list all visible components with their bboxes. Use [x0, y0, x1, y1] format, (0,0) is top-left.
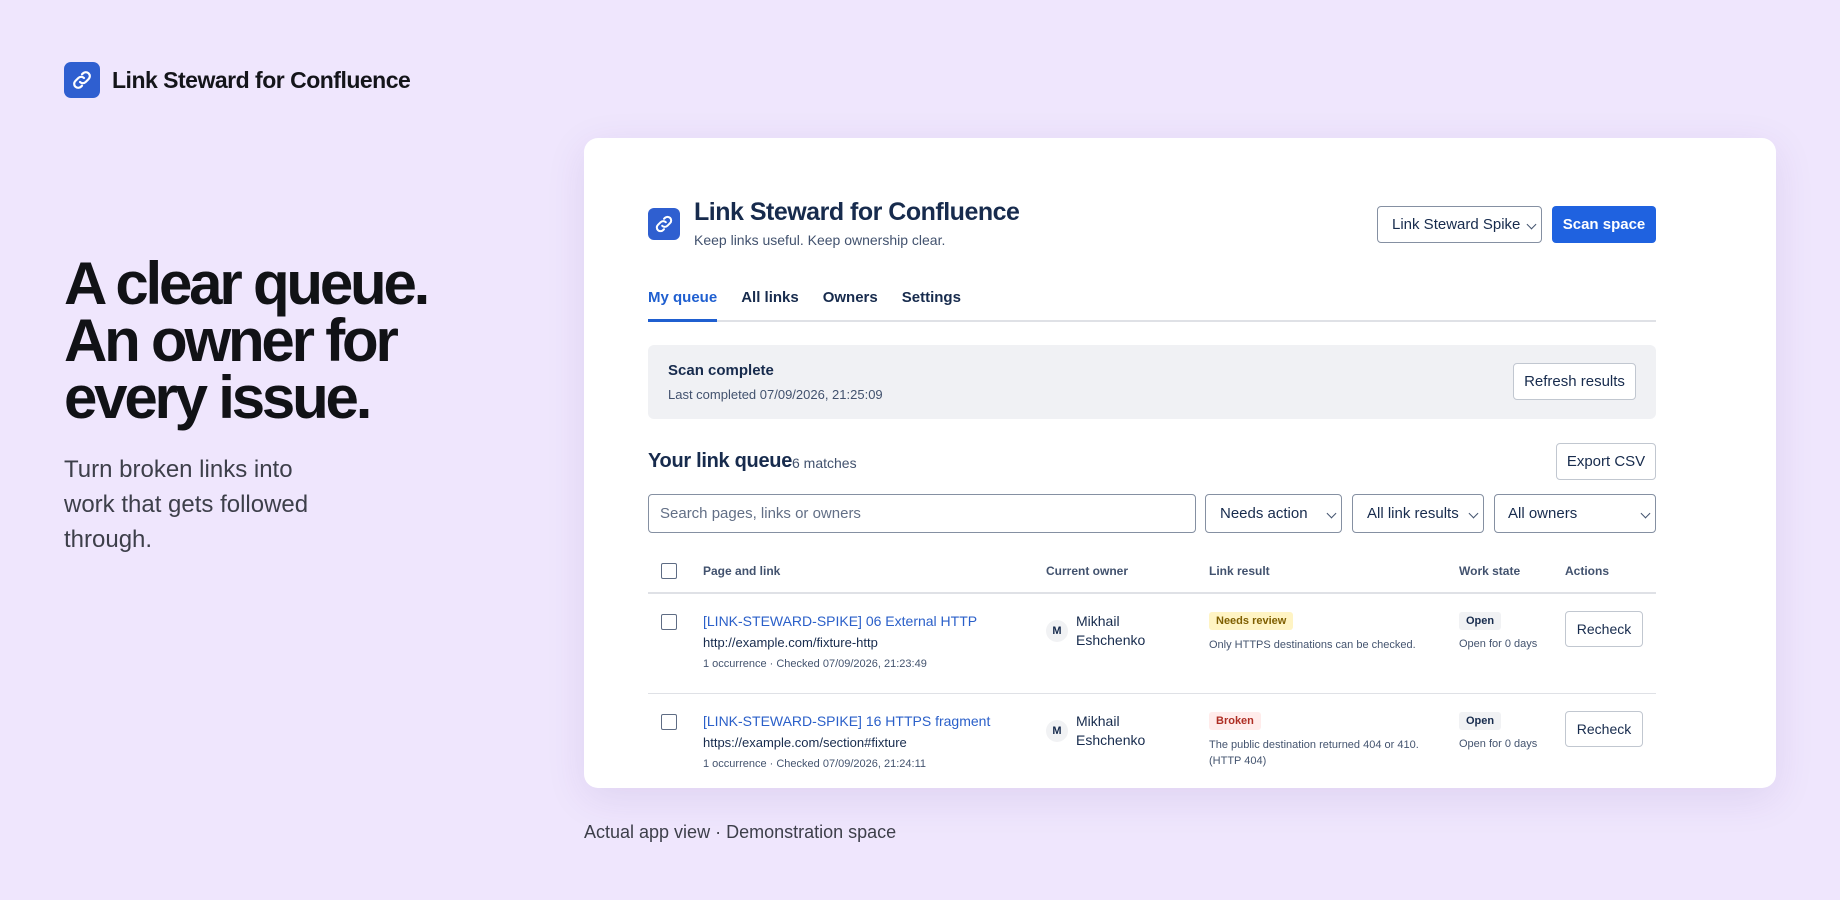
tab-bar: My queue All links Owners Settings [648, 288, 1656, 322]
status-badge: Open [1459, 612, 1502, 630]
recheck-button[interactable]: Recheck [1565, 611, 1643, 647]
row-checkbox[interactable] [661, 614, 677, 630]
hero-title-line: A clear queue. [64, 250, 430, 317]
link-url: http://example.com/fixture-http [703, 635, 878, 650]
result-note: The public destination returned 404 or 4… [1209, 739, 1419, 767]
work-state-filter[interactable]: Needs action [1205, 494, 1342, 533]
caption: Actual app view · Demonstration space [584, 822, 897, 842]
owner-filter[interactable]: All owners [1494, 494, 1656, 533]
hero-title-line: An owner for [64, 307, 399, 374]
chevron-down-icon [1526, 219, 1537, 229]
column-header-actions: Actions [1565, 564, 1610, 578]
tab-my-queue[interactable]: My queue [648, 288, 718, 322]
export-csv-button[interactable]: Export CSV [1556, 443, 1656, 480]
hero-subtitle: Turn broken links into work that gets fo… [64, 456, 309, 553]
page-link[interactable]: [LINK-STEWARD-SPIKE] 06 External HTTP [703, 613, 977, 629]
link-meta: 1 occurrence · Checked 07/09/2026, 21:23… [703, 658, 927, 670]
avatar: M [1046, 620, 1068, 642]
hero-title: A clear queue. An owner for every issue. [64, 250, 484, 431]
table-row: [LINK-STEWARD-SPIKE] 16 HTTPS fragment h… [648, 694, 1656, 788]
search-input[interactable] [648, 494, 1196, 533]
filter-bar: Needs action All link results All owners [648, 494, 1656, 533]
queue-match-count: 6 matches [792, 455, 857, 471]
column-header-page: Page and link [703, 564, 781, 578]
result-badge: Broken [1209, 712, 1261, 730]
queue-header: Your link queue 6 matches Export CSV [648, 443, 1656, 480]
table-header: Page and link Current owner Link result … [648, 550, 1656, 594]
tab-all-links[interactable]: All links [741, 288, 799, 322]
app-preview-card: Link Steward for Confluence Keep links u… [584, 138, 1776, 788]
app-header: Link Steward for Confluence Keep links u… [648, 198, 1656, 248]
recheck-button[interactable]: Recheck [1565, 711, 1643, 747]
hero-title-line: every issue. [64, 364, 372, 431]
chevron-down-icon [1468, 508, 1479, 518]
column-header-state: Work state [1459, 564, 1521, 578]
space-select-value: Link Steward Spike [1392, 216, 1521, 233]
work-state-filter-value: Needs action [1220, 505, 1308, 522]
row-checkbox[interactable] [661, 714, 677, 730]
link-url: https://example.com/section#fixture [703, 735, 907, 750]
state-note: Open for 0 days [1459, 638, 1538, 650]
brand-name: Link Steward for Confluence [112, 66, 411, 93]
app-title: Link Steward for Confluence [694, 198, 1020, 226]
space-select[interactable]: Link Steward Spike [1377, 206, 1542, 243]
link-icon [64, 62, 100, 98]
link-meta: 1 occurrence · Checked 07/09/2026, 21:24… [703, 758, 927, 770]
owner-name: Mikhail Eshchenko [1076, 613, 1146, 648]
tab-settings[interactable]: Settings [902, 288, 961, 322]
scan-status-title: Scan complete [668, 362, 774, 379]
chevron-down-icon [1640, 508, 1651, 518]
app-tagline: Keep links useful. Keep ownership clear. [694, 232, 946, 248]
link-result-filter-value: All link results [1367, 505, 1459, 522]
link-result-filter[interactable]: All link results [1352, 494, 1484, 533]
result-note: Only HTTPS destinations can be checked. [1209, 639, 1416, 651]
brand: Link Steward for Confluence [64, 62, 411, 98]
link-queue-table: Page and link Current owner Link result … [648, 550, 1656, 788]
column-header-result: Link result [1209, 564, 1270, 578]
avatar: M [1046, 720, 1068, 742]
table-row: [LINK-STEWARD-SPIKE] 06 External HTTP ht… [648, 594, 1656, 694]
scan-status-timestamp: Last completed 07/09/2026, 21:25:09 [668, 387, 883, 402]
chevron-down-icon [1326, 508, 1337, 518]
result-badge: Needs review [1209, 612, 1294, 630]
column-header-owner: Current owner [1046, 564, 1129, 578]
scan-status-banner: Scan complete Last completed 07/09/2026,… [648, 345, 1656, 419]
tab-owners[interactable]: Owners [823, 288, 878, 322]
status-badge: Open [1459, 712, 1502, 730]
page-link[interactable]: [LINK-STEWARD-SPIKE] 16 HTTPS fragment [703, 713, 990, 729]
refresh-results-button[interactable]: Refresh results [1513, 363, 1636, 400]
state-note: Open for 0 days [1459, 738, 1538, 750]
scan-space-button[interactable]: Scan space [1552, 206, 1656, 243]
owner-name: Mikhail Eshchenko [1076, 713, 1146, 748]
queue-title: Your link queue [648, 450, 793, 472]
link-icon [648, 208, 680, 240]
select-all-checkbox[interactable] [661, 563, 677, 579]
owner-filter-value: All owners [1508, 505, 1578, 522]
hero: A clear queue. An owner for every issue.… [64, 250, 484, 557]
